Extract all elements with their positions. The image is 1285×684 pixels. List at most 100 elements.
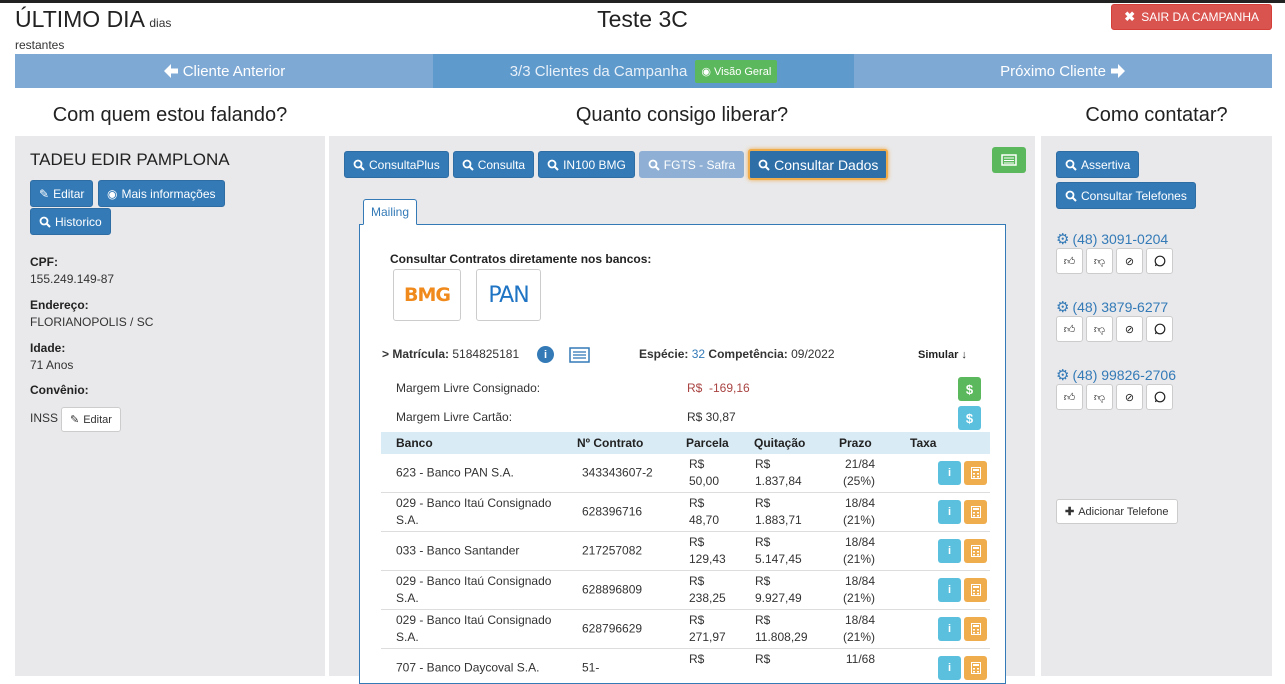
- history-button[interactable]: Historico: [30, 208, 111, 235]
- phone-number-link[interactable]: ⚙ (48) 99826-2706: [1056, 366, 1176, 384]
- cell-parcela: R$ 50,00: [689, 456, 719, 490]
- contract-info-button[interactable]: i: [938, 461, 961, 485]
- edit-client-button[interactable]: ✎ Editar: [30, 180, 94, 207]
- margin-consignado-value: R$ -169,16: [687, 381, 750, 395]
- search-icon: [462, 159, 474, 171]
- search-icon: [1065, 159, 1077, 171]
- fgts-safra-label: FGTS - Safra: [663, 157, 736, 172]
- bmg-logo-button[interactable]: BMG: [393, 269, 461, 321]
- cell-quitacao-line: 5.147,45: [755, 552, 802, 566]
- block-button[interactable]: ⊘: [1116, 316, 1143, 342]
- thumbs-up-icon: 👍︎: [1063, 323, 1076, 336]
- bmg-logo: BMG: [404, 284, 451, 306]
- mailing-content: Consultar Contratos diretamente nos banc…: [359, 224, 1006, 684]
- previous-client-button[interactable]: Cliente Anterior: [15, 54, 433, 88]
- edit-agreement-label: Editar: [83, 413, 112, 426]
- contract-calculator-button[interactable]: [964, 539, 987, 563]
- consultar-dados-button[interactable]: Consultar Dados: [748, 149, 889, 180]
- eye-icon: ◉: [701, 65, 711, 78]
- assertiva-label: Assertiva: [1081, 157, 1131, 172]
- cell-prazo: 18/84 (21%): [840, 573, 875, 607]
- address-label: Endereço:: [30, 298, 89, 312]
- simulate-consignado-button[interactable]: $: [958, 377, 981, 401]
- cell-quitacao-line: 9.927,49: [755, 591, 802, 605]
- consulta-label: Consulta: [477, 157, 526, 172]
- phone-number-link[interactable]: ⚙ (48) 3879-6277: [1056, 298, 1168, 316]
- consulta-button[interactable]: Consulta: [452, 151, 535, 178]
- thumbs-down-icon: 👎︎: [1093, 323, 1106, 336]
- cell-contrato: 217257082: [582, 543, 643, 558]
- contract-calculator-button[interactable]: [964, 578, 987, 602]
- thumbs-up-button[interactable]: 👍︎: [1056, 384, 1083, 410]
- overview-button[interactable]: ◉ Visão Geral: [695, 59, 778, 83]
- info-icon[interactable]: i: [537, 346, 554, 363]
- contract-calculator-button[interactable]: [964, 500, 987, 524]
- pan-logo-button[interactable]: PAN: [476, 269, 541, 321]
- thumbs-up-button[interactable]: 👍︎: [1056, 248, 1083, 274]
- thumbs-down-button[interactable]: 👎︎: [1086, 248, 1113, 274]
- whatsapp-button[interactable]: [1146, 384, 1173, 410]
- cell-quitacao-line: R$: [755, 496, 771, 510]
- contract-calculator-button[interactable]: [964, 461, 987, 485]
- cell-quitacao: R$ 11.808,29: [755, 612, 808, 646]
- next-client-button[interactable]: Próximo Cliente: [854, 54, 1272, 88]
- search-icon: [648, 159, 660, 171]
- assertiva-button[interactable]: Assertiva: [1056, 151, 1140, 178]
- edit-agreement-button[interactable]: ✎ Editar: [61, 407, 121, 432]
- thumbs-down-button[interactable]: 👎︎: [1086, 384, 1113, 410]
- contract-info-button[interactable]: i: [938, 617, 961, 641]
- overview-label: Visão Geral: [714, 65, 772, 78]
- card-view-button[interactable]: [992, 147, 1026, 173]
- contract-info-button[interactable]: i: [938, 539, 961, 563]
- add-phone-button[interactable]: ✚ Adicionar Telefone: [1056, 499, 1178, 524]
- simulate-link[interactable]: Simular ↓: [918, 349, 967, 361]
- client-name: TADEU EDIR PAMPLONA: [30, 150, 230, 169]
- margin-cartao-value: R$ 30,87: [687, 410, 736, 424]
- block-button[interactable]: ⊘: [1116, 384, 1143, 410]
- eye-icon: ◉: [107, 186, 118, 201]
- in100-bmg-button[interactable]: IN100 BMG: [538, 151, 635, 178]
- more-info-button[interactable]: ◉ Mais informações: [98, 180, 225, 207]
- tab-mailing[interactable]: Mailing: [363, 199, 418, 225]
- dollar-icon: $: [965, 410, 974, 426]
- margin-cartao-label: Margem Livre Cartão:: [396, 410, 513, 424]
- exit-campaign-button[interactable]: ✖ SAIR DA CAMPANHA: [1111, 4, 1272, 30]
- campaign-title: Teste 3C: [597, 6, 688, 32]
- age-value: 71 Anos: [30, 358, 74, 372]
- phone-number: (48) 3879-6277: [1072, 299, 1169, 315]
- matricula-value: 5184825181: [452, 347, 520, 361]
- contract-info-button[interactable]: i: [938, 500, 961, 524]
- gear-icon: ⚙: [1056, 231, 1070, 248]
- whatsapp-icon: [1154, 323, 1165, 335]
- cell-prazo-line: (25%): [842, 474, 875, 488]
- cell-parcela-line: 48,70: [689, 513, 720, 527]
- whatsapp-icon: [1154, 391, 1165, 403]
- in100-bmg-label: IN100 BMG: [563, 157, 626, 172]
- cell-quitacao-line: R$: [755, 535, 771, 549]
- contract-calculator-button[interactable]: [964, 617, 987, 641]
- whatsapp-button[interactable]: [1146, 248, 1173, 274]
- competencia-value: 09/2022: [791, 347, 835, 361]
- thumbs-up-button[interactable]: 👍︎: [1056, 316, 1083, 342]
- contract-calculator-button[interactable]: [964, 656, 987, 680]
- thumbs-down-button[interactable]: 👎︎: [1086, 316, 1113, 342]
- list-card-icon[interactable]: [569, 347, 590, 368]
- consult-phones-button[interactable]: Consultar Telefones: [1056, 182, 1196, 209]
- contract-info-button[interactable]: i: [938, 656, 961, 680]
- cell-contrato: 628796629: [582, 621, 643, 636]
- cell-quitacao-line: R$: [755, 457, 771, 471]
- whatsapp-button[interactable]: [1146, 316, 1173, 342]
- search-icon: [547, 159, 559, 171]
- cell-quitacao-line: R$: [755, 574, 771, 588]
- agreement-label: Convênio:: [30, 383, 89, 397]
- contract-info-button[interactable]: i: [938, 578, 961, 602]
- cell-quitacao-line: 1.883,71: [755, 513, 802, 527]
- cell-prazo-line: 11/68: [845, 652, 875, 666]
- block-button[interactable]: ⊘: [1116, 248, 1143, 274]
- cell-prazo: 18/84 (21%): [840, 612, 875, 646]
- consultaplus-button[interactable]: ConsultaPlus: [344, 151, 449, 178]
- simulate-cartao-button[interactable]: $: [958, 406, 981, 430]
- fgts-safra-button[interactable]: FGTS - Safra: [638, 151, 745, 178]
- address-value: FLORIANOPOLIS / SC: [30, 315, 154, 329]
- phone-number-link[interactable]: ⚙ (48) 3091-0204: [1056, 230, 1168, 248]
